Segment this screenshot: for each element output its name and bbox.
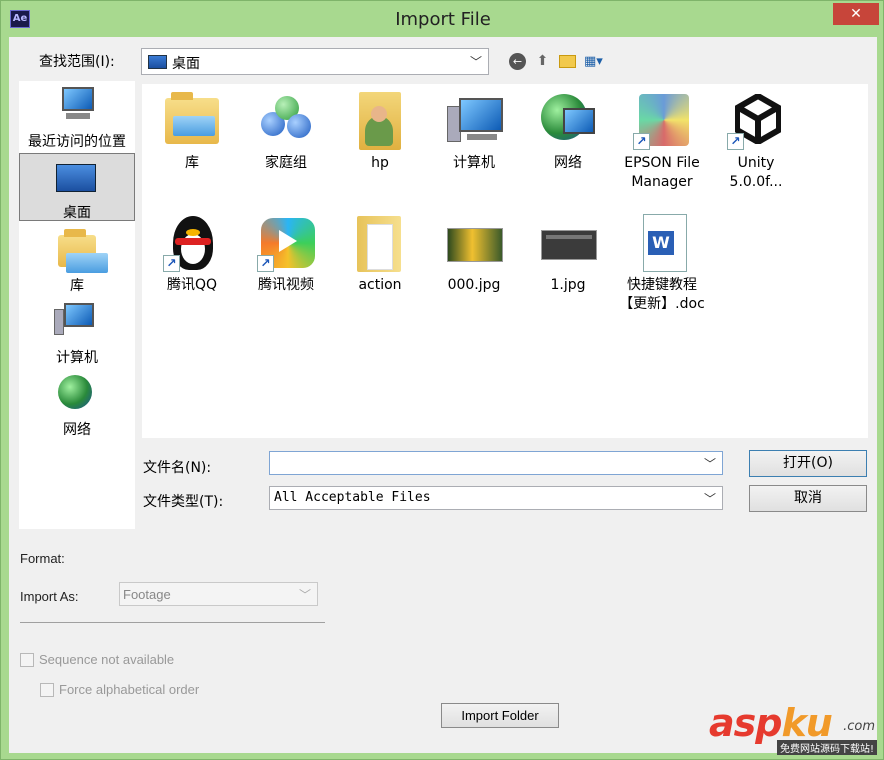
file-label: 腾讯视频 (258, 277, 314, 293)
import-as-value: Footage (123, 587, 171, 602)
user-folder-icon (351, 92, 409, 150)
watermark-domain: .com (843, 719, 875, 734)
file-label: Unity 5.0.0f... (729, 155, 783, 190)
chevron-down-icon[interactable]: ﹀ (704, 455, 716, 472)
dialog-client-area: 查找范围(I): 桌面 ﹀ ← ⬆ ▦▾ 最近访问的位置 桌面 库 计算机 网络… (9, 37, 877, 753)
file-label: 快捷键教程【更新】.doc (619, 277, 705, 312)
navigation-toolbar: ← ⬆ ▦▾ (509, 51, 610, 71)
file-label: 腾讯QQ (166, 277, 218, 293)
file-label: 计算机 (453, 155, 495, 171)
libraries-icon (48, 227, 108, 273)
jpg-thumbnail-icon (539, 214, 597, 272)
title-bar[interactable]: Ae Import File ✕ (1, 1, 884, 37)
file-type-dropdown[interactable]: All Acceptable Files ﹀ (269, 486, 723, 510)
place-label: 计算机 (56, 350, 98, 366)
file-list-view[interactable]: 库 家庭组 hp 计算机 网络 ↗ EPSON File Manager ↗ U… (142, 84, 868, 438)
file-item-1-jpg[interactable]: 1.jpg (522, 214, 614, 295)
file-label: 1.jpg (550, 277, 586, 293)
desktop-icon (48, 154, 106, 198)
import-file-dialog: Ae Import File ✕ 查找范围(I): 桌面 ﹀ ← ⬆ ▦▾ 最近… (0, 0, 884, 760)
unity-shortcut-icon: ↗ (727, 92, 785, 150)
place-desktop[interactable]: 桌面 (19, 153, 135, 221)
sequence-label: Sequence not available (39, 652, 175, 667)
place-label: 桌面 (63, 205, 91, 221)
file-item-000-jpg[interactable]: 000.jpg (428, 214, 520, 295)
file-label: 000.jpg (447, 277, 501, 293)
file-type-label: 文件类型(T): (143, 494, 224, 510)
jpg-thumbnail-icon (445, 214, 503, 272)
word-doc-icon: W (633, 214, 691, 272)
qq-shortcut-icon: ↗ (163, 214, 221, 272)
file-label: 网络 (554, 155, 582, 171)
view-menu-icon[interactable]: ▦▾ (584, 53, 610, 70)
shortcut-arrow-icon: ↗ (257, 255, 274, 272)
shortcut-arrow-icon: ↗ (633, 133, 650, 150)
file-label: EPSON File Manager (624, 155, 700, 190)
look-in-value: 桌面 (172, 56, 200, 72)
tencent-video-shortcut-icon: ↗ (257, 214, 315, 272)
watermark-logo: aspku (709, 701, 833, 745)
file-item-doc[interactable]: W 快捷键教程【更新】.doc (616, 214, 708, 314)
alphabetical-order-label: Force alphabetical order (59, 682, 200, 697)
close-button[interactable]: ✕ (833, 3, 879, 25)
folder-icon (351, 214, 409, 272)
place-label: 最近访问的位置 (28, 134, 126, 150)
open-button[interactable]: 打开(O) (749, 450, 867, 477)
file-item-computer[interactable]: 计算机 (428, 92, 520, 173)
chevron-down-icon: ﹀ (703, 492, 716, 506)
up-folder-icon[interactable]: ⬆ (534, 53, 551, 70)
file-label: hp (371, 155, 389, 171)
file-item-action[interactable]: action (334, 214, 426, 295)
file-item-network[interactable]: 网络 (522, 92, 614, 173)
file-label: 家庭组 (265, 155, 307, 171)
file-type-value: All Acceptable Files (274, 490, 431, 505)
import-as-label: Import As: (20, 589, 79, 604)
site-watermark: aspku .com 免费网站源码下载站! (709, 701, 877, 755)
alphabetical-order-checkbox[interactable] (40, 683, 54, 697)
file-label: 库 (185, 155, 199, 171)
place-label: 网络 (63, 422, 91, 438)
place-libraries[interactable]: 库 (19, 227, 135, 294)
place-network[interactable]: 网络 (19, 371, 135, 438)
file-label: action (358, 277, 402, 293)
place-computer[interactable]: 计算机 (19, 299, 135, 366)
back-arrow-icon[interactable]: ← (509, 52, 526, 70)
computer-icon (48, 299, 106, 343)
sequence-checkbox[interactable] (20, 653, 34, 667)
shortcut-arrow-icon: ↗ (727, 133, 744, 150)
libraries-icon (163, 92, 221, 150)
file-item-hp[interactable]: hp (334, 92, 426, 173)
new-folder-icon[interactable] (559, 54, 576, 68)
place-recent[interactable]: 最近访问的位置 (19, 83, 135, 150)
network-icon (48, 371, 106, 415)
recent-places-icon (48, 83, 106, 127)
file-item-unity[interactable]: ↗ Unity 5.0.0f... (710, 92, 802, 192)
look-in-label: 查找范围(I): (39, 54, 115, 70)
look-in-dropdown[interactable]: 桌面 ﹀ (141, 48, 489, 75)
desktop-small-icon (148, 55, 167, 69)
file-name-label: 文件名(N): (143, 460, 212, 476)
import-folder-button[interactable]: Import Folder (441, 703, 559, 728)
shortcut-arrow-icon: ↗ (163, 255, 180, 272)
window-title: Import File (395, 9, 491, 30)
homegroup-icon (257, 92, 315, 150)
import-as-dropdown[interactable]: Footage ﹀ (119, 582, 318, 606)
options-divider (20, 622, 325, 623)
place-label: 库 (70, 278, 84, 294)
computer-icon (445, 92, 503, 150)
chevron-down-icon: ﹀ (469, 55, 482, 69)
epson-shortcut-icon: ↗ (633, 92, 691, 150)
watermark-tagline: 免费网站源码下载站! (776, 740, 877, 755)
file-item-qq[interactable]: ↗ 腾讯QQ (146, 214, 238, 295)
format-label: Format: (20, 551, 65, 566)
places-bar: 最近访问的位置 桌面 库 计算机 网络 (19, 81, 135, 529)
cancel-button[interactable]: 取消 (749, 485, 867, 512)
file-name-input[interactable]: ﹀ (269, 451, 723, 475)
network-icon (539, 92, 597, 150)
file-item-libraries[interactable]: 库 (146, 92, 238, 173)
file-item-homegroup[interactable]: 家庭组 (240, 92, 332, 173)
chevron-down-icon: ﹀ (298, 588, 311, 602)
file-item-epson[interactable]: ↗ EPSON File Manager (616, 92, 708, 192)
file-item-tencent-video[interactable]: ↗ 腾讯视频 (240, 214, 332, 295)
